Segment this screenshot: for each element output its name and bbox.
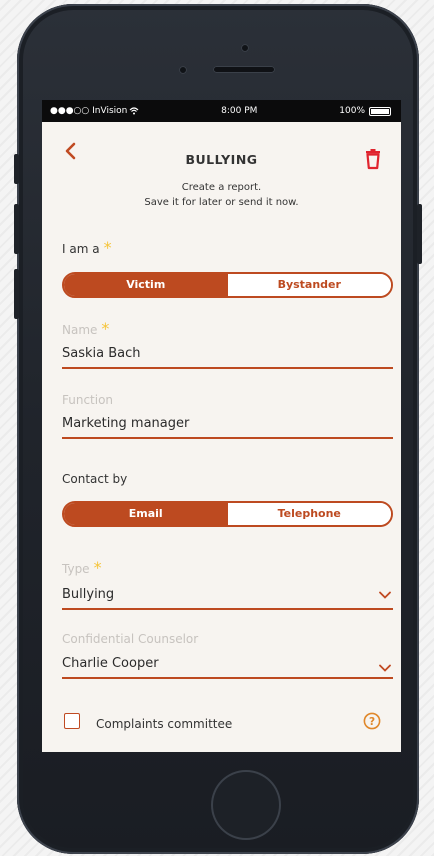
- earpiece-speaker: [213, 66, 275, 73]
- help-icon[interactable]: ?: [363, 712, 381, 730]
- role-segmented-control[interactable]: Victim Bystander: [62, 272, 393, 298]
- name-label-row: Name *: [62, 319, 393, 338]
- type-value: Bullying: [62, 587, 115, 602]
- app-screen: ●●●○○ InVision 8:00 PM 100% BULLYING Cre…: [42, 100, 401, 752]
- battery-percent: 100%: [339, 106, 365, 116]
- complaints-checkbox[interactable]: [64, 713, 80, 729]
- help-glyph: ?: [369, 716, 375, 728]
- volume-up-button: [14, 204, 19, 254]
- function-input[interactable]: Marketing manager: [62, 416, 393, 439]
- function-field[interactable]: Marketing manager: [62, 416, 393, 439]
- battery-fill: [371, 108, 389, 114]
- required-star: *: [103, 238, 112, 257]
- wifi-icon: [129, 107, 139, 115]
- role-label: I am a: [62, 242, 100, 256]
- mute-switch: [14, 154, 19, 184]
- role-label-row: I am a *: [62, 238, 393, 257]
- volume-down-button: [14, 269, 19, 319]
- intro-line-1: Create a report.: [181, 182, 262, 193]
- contact-label: Contact by: [62, 472, 128, 486]
- name-label: Name: [62, 323, 98, 337]
- carrier-label: ●●●○○ InVision: [50, 106, 128, 116]
- complaints-label: Complaints committee: [96, 717, 233, 731]
- counselor-label-row: Confidential Counselor: [62, 628, 393, 647]
- role-option-victim[interactable]: Victim: [64, 274, 228, 296]
- type-label: Type: [62, 562, 90, 576]
- status-time: 8:00 PM: [221, 106, 258, 116]
- intro-text: Create a report. Save it for later or se…: [42, 180, 401, 210]
- sensor: [179, 66, 187, 74]
- name-field[interactable]: Saskia Bach: [62, 346, 393, 369]
- role-option-bystander[interactable]: Bystander: [227, 274, 391, 296]
- counselor-label: Confidential Counselor: [62, 632, 199, 646]
- counselor-select-value[interactable]: Charlie Cooper: [62, 656, 393, 679]
- chevron-down-icon: [379, 591, 391, 599]
- counselor-select[interactable]: Charlie Cooper: [62, 656, 393, 679]
- name-input[interactable]: Saskia Bach: [62, 346, 393, 369]
- required-star: *: [93, 558, 102, 577]
- trash-icon: [366, 149, 380, 170]
- page-title: BULLYING: [185, 152, 258, 167]
- power-button: [417, 204, 422, 264]
- type-select[interactable]: Bullying: [62, 587, 393, 610]
- counselor-value: Charlie Cooper: [62, 656, 159, 671]
- type-label-row: Type *: [62, 558, 393, 577]
- complaints-label-row: Complaints committee: [96, 713, 336, 732]
- contact-segmented-control[interactable]: Email Telephone: [62, 501, 393, 527]
- contact-label-row: Contact by: [62, 468, 393, 487]
- contact-option-telephone[interactable]: Telephone: [227, 503, 391, 525]
- type-select-value[interactable]: Bullying: [62, 587, 393, 610]
- chevron-down-icon: [379, 664, 391, 672]
- function-label-row: Function: [62, 389, 393, 408]
- camera: [241, 44, 249, 52]
- nav-header: BULLYING: [42, 122, 401, 170]
- status-bar: ●●●○○ InVision 8:00 PM 100%: [42, 100, 401, 122]
- battery-icon: [369, 106, 391, 116]
- home-button[interactable]: [211, 770, 281, 840]
- delete-button[interactable]: [363, 148, 383, 170]
- function-label: Function: [62, 393, 114, 407]
- intro-line-2: Save it for later or send it now.: [144, 197, 299, 208]
- required-star: *: [101, 319, 110, 338]
- contact-option-email[interactable]: Email: [64, 503, 228, 525]
